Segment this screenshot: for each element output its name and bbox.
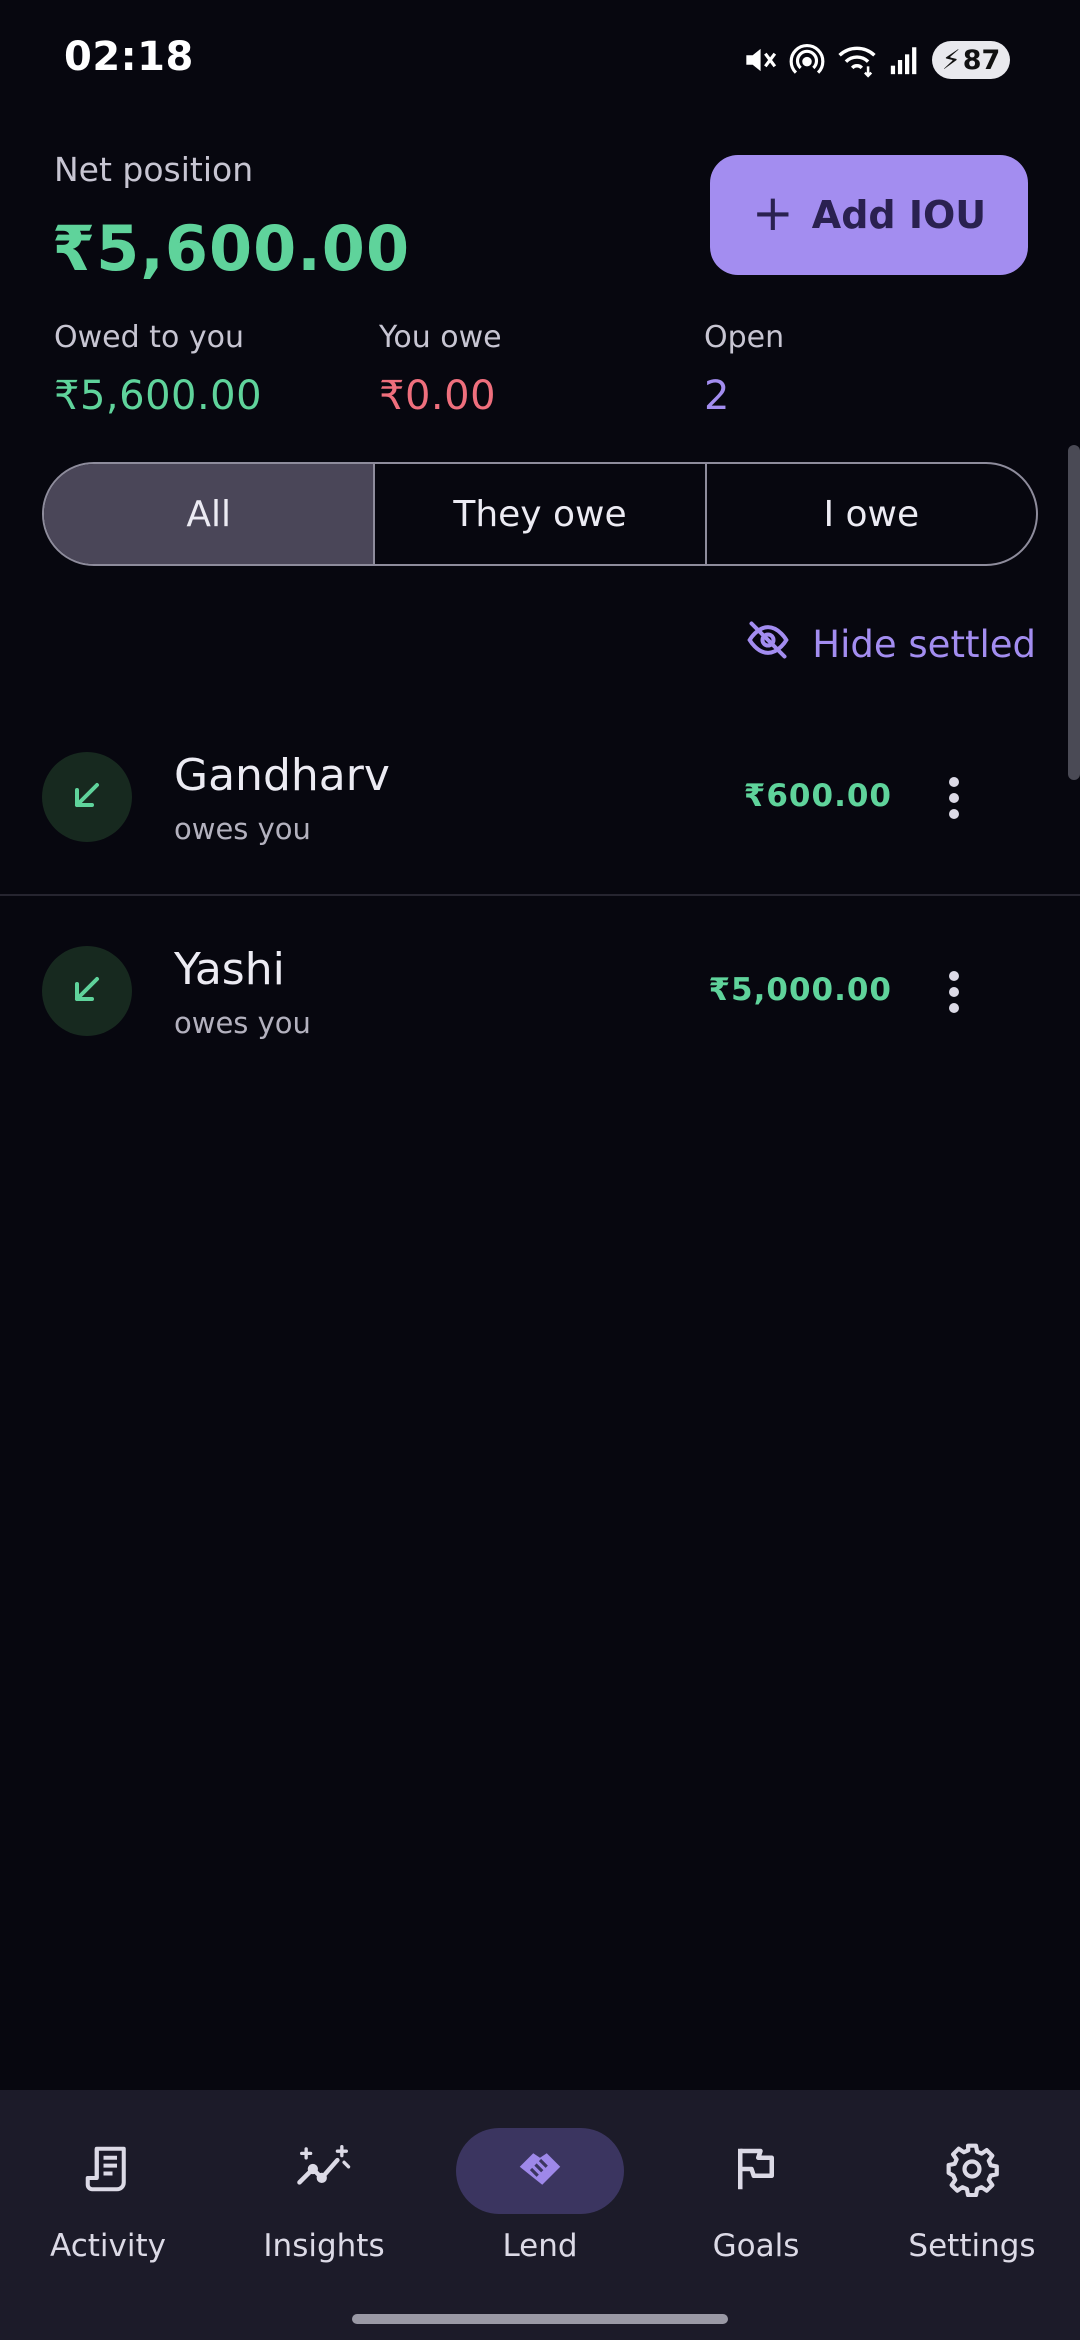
- trend-sparkle-icon: [295, 2142, 353, 2200]
- add-iou-button[interactable]: + Add IOU: [710, 155, 1028, 275]
- nav-icon-wrap: [456, 2128, 624, 2214]
- stat-owed-to-you: Owed to you ₹5,600.00: [54, 320, 262, 419]
- entry-amount: ₹5,000.00: [708, 972, 892, 1008]
- entry-name: Yashi: [174, 944, 285, 995]
- gear-icon: [944, 2141, 1000, 2201]
- charging-icon: ⚡: [941, 44, 961, 76]
- hotspot-icon: [788, 41, 826, 79]
- net-position-label: Net position: [54, 150, 254, 189]
- arrow-down-left-icon: [67, 775, 107, 819]
- nav-activity[interactable]: Activity: [0, 2090, 216, 2290]
- nav-icon-wrap: [240, 2128, 408, 2214]
- nav-insights[interactable]: Insights: [216, 2090, 432, 2290]
- nav-lend[interactable]: Lend: [432, 2090, 648, 2290]
- receipt-icon: [81, 2142, 135, 2200]
- home-indicator[interactable]: [352, 2314, 728, 2324]
- owes-you-avatar: [42, 752, 132, 842]
- stat-you-owe: You owe ₹0.00: [379, 320, 502, 419]
- entry-status: owes you: [174, 1006, 311, 1040]
- hide-settled-toggle[interactable]: Hide settled: [746, 618, 1036, 671]
- signal-icon: [888, 43, 922, 77]
- stat-value: ₹0.00: [379, 373, 497, 419]
- entry-name: Gandharv: [174, 750, 390, 801]
- battery-indicator: ⚡ 87: [932, 41, 1010, 79]
- bottom-navigation: Activity Insights Lend Goals Settings: [0, 2090, 1080, 2340]
- stat-label: You owe: [379, 320, 502, 355]
- add-iou-label: Add IOU: [811, 193, 987, 237]
- nav-goals[interactable]: Goals: [648, 2090, 864, 2290]
- stat-value: 2: [704, 373, 730, 419]
- nav-settings[interactable]: Settings: [864, 2090, 1080, 2290]
- hide-settled-label: Hide settled: [812, 623, 1036, 666]
- more-options-icon[interactable]: [930, 968, 978, 1016]
- nav-icon-wrap: [888, 2128, 1056, 2214]
- nav-icon-wrap: [672, 2128, 840, 2214]
- nav-label: Insights: [263, 2228, 385, 2264]
- mute-icon: [740, 41, 778, 79]
- flag-icon: [729, 2142, 783, 2200]
- list-item[interactable]: Gandharv owes you ₹600.00: [0, 702, 1080, 894]
- stat-label: Open: [704, 320, 785, 355]
- entry-status: owes you: [174, 812, 311, 846]
- owes-you-avatar: [42, 946, 132, 1036]
- iou-list: Gandharv owes you ₹600.00 Yashi owes you…: [0, 702, 1080, 1086]
- more-options-icon[interactable]: [930, 774, 978, 822]
- entry-amount: ₹600.00: [743, 778, 892, 814]
- handshake-icon: [511, 2142, 569, 2200]
- nav-label: Activity: [50, 2228, 166, 2264]
- filter-i-owe[interactable]: I owe: [704, 464, 1036, 564]
- filter-segmented-control: All They owe I owe: [42, 462, 1038, 566]
- filter-they-owe[interactable]: They owe: [373, 464, 704, 564]
- stat-label: Owed to you: [54, 320, 244, 355]
- summary-stats: Owed to you ₹5,600.00 You owe ₹0.00 Open…: [54, 320, 1034, 420]
- stat-open: Open 2: [704, 320, 784, 419]
- nav-label: Settings: [908, 2228, 1036, 2264]
- plus-icon: +: [751, 184, 794, 242]
- status-time: 02:18: [64, 34, 194, 80]
- nav-label: Goals: [712, 2228, 800, 2264]
- battery-level: 87: [962, 44, 1001, 76]
- nav-icon-wrap: [24, 2128, 192, 2214]
- eye-off-icon: [746, 618, 790, 671]
- scroll-indicator[interactable]: [1068, 445, 1080, 780]
- wifi-icon: [836, 41, 878, 79]
- net-position-amount: ₹5,600.00: [52, 212, 411, 285]
- lend-screen: 02:18 ⚡ 87 Net position ₹5,600.00 + Add …: [0, 0, 1080, 2340]
- list-item[interactable]: Yashi owes you ₹5,000.00: [0, 894, 1080, 1086]
- status-icons: ⚡ 87: [740, 38, 1010, 82]
- filter-all[interactable]: All: [44, 464, 374, 564]
- stat-value: ₹5,600.00: [54, 373, 263, 419]
- status-bar: 02:18 ⚡ 87: [0, 0, 1080, 118]
- arrow-down-left-icon: [67, 969, 107, 1013]
- nav-label: Lend: [502, 2228, 578, 2264]
